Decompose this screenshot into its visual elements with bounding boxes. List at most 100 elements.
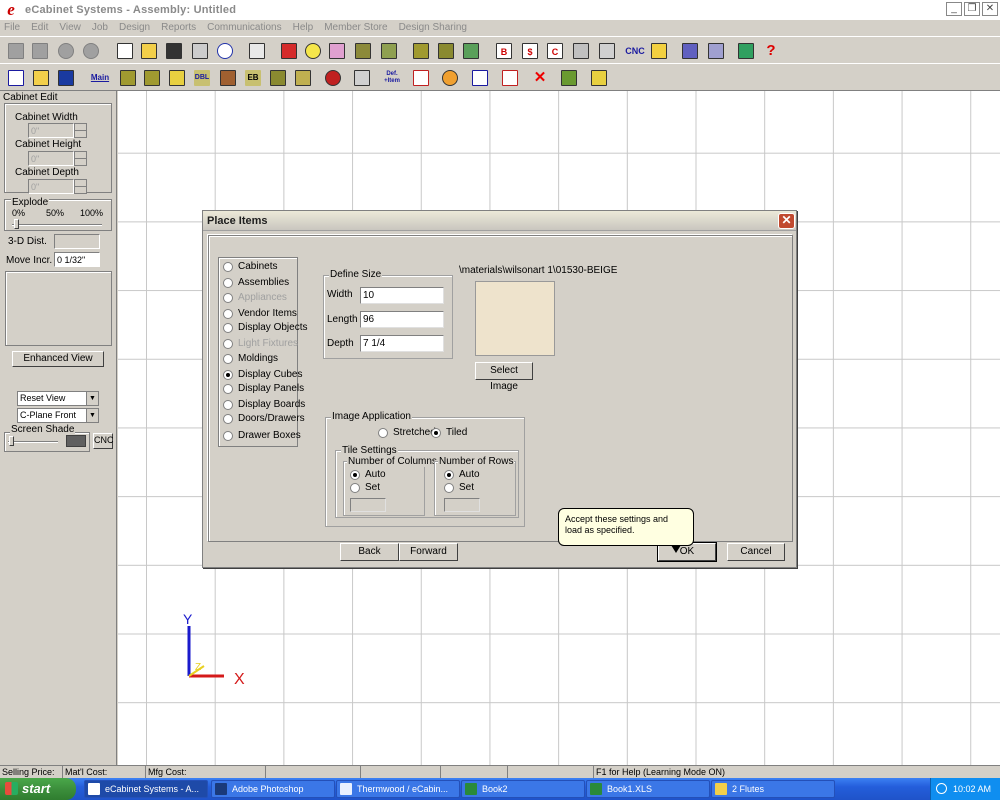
task-photoshop[interactable]: Adobe Photoshop xyxy=(211,780,335,798)
move-incr-field[interactable]: 0 1/32" xyxy=(54,252,100,267)
minimize-button[interactable]: _ xyxy=(946,2,962,16)
grid-view-icon[interactable] xyxy=(461,41,481,61)
back-button[interactable]: Back xyxy=(340,543,399,561)
task-book2[interactable]: Book2 xyxy=(461,780,585,798)
menu-communications[interactable]: Communications xyxy=(207,22,281,33)
report-b-icon[interactable]: B xyxy=(494,41,514,61)
radio-assemblies[interactable]: Assemblies xyxy=(223,277,289,288)
radio-rows-auto[interactable]: Auto xyxy=(444,469,480,480)
menu-help[interactable]: Help xyxy=(293,22,314,33)
select-image-button[interactable]: Select Image xyxy=(475,362,533,392)
radio-display-objects[interactable]: Display Objects xyxy=(223,322,307,333)
radio-display-cubes[interactable]: Display Cubes xyxy=(223,369,302,380)
material-icon[interactable] xyxy=(279,41,299,61)
restore-button[interactable]: ❐ xyxy=(964,2,980,16)
def-item-button[interactable]: Def. +Item xyxy=(379,68,403,88)
stop-icon[interactable] xyxy=(56,41,76,61)
menu-design-sharing[interactable]: Design Sharing xyxy=(399,22,467,33)
edit-folder-icon[interactable] xyxy=(31,68,51,88)
cabinet-box-icon[interactable] xyxy=(293,68,313,88)
print-icon[interactable] xyxy=(190,41,210,61)
menu-member-store[interactable]: Member Store xyxy=(324,22,387,33)
cnc-button[interactable]: CNC xyxy=(622,41,646,61)
cabinet-height-field[interactable]: 0" xyxy=(28,151,74,166)
radio-columns-set[interactable]: Set xyxy=(350,482,380,493)
forward-button[interactable]: Forward xyxy=(399,543,458,561)
back-arrow-icon[interactable] xyxy=(6,41,26,61)
dialog-title-bar[interactable]: Place Items ✕ xyxy=(203,211,796,231)
cabinet-width-field[interactable]: 0" xyxy=(28,123,74,138)
start-button[interactable]: start xyxy=(0,778,76,800)
align-icon[interactable] xyxy=(247,41,267,61)
radio-doors-drawers[interactable]: Doors/Drawers xyxy=(223,413,305,424)
shade-color-swatch[interactable] xyxy=(66,435,86,447)
handshake-icon[interactable] xyxy=(706,41,726,61)
plane-select[interactable]: C-Plane Front ▼ xyxy=(17,408,99,423)
radio-cabinets[interactable]: Cabinets xyxy=(223,261,277,272)
menu-reports[interactable]: Reports xyxy=(161,22,196,33)
task-ecabinet[interactable]: eCabinet Systems - A... xyxy=(84,780,208,798)
picture-icon[interactable] xyxy=(597,41,617,61)
explode-slider-thumb[interactable] xyxy=(14,219,19,229)
undo-icon[interactable] xyxy=(215,41,235,61)
cart-icon[interactable] xyxy=(680,41,700,61)
pointer-icon[interactable] xyxy=(411,68,431,88)
upload-icon[interactable] xyxy=(571,41,591,61)
delete-icon[interactable]: ✕ xyxy=(530,68,550,88)
cabinet-width-spinner[interactable] xyxy=(74,123,87,138)
grid-icon[interactable] xyxy=(500,68,520,88)
cabinet-base-icon[interactable] xyxy=(118,68,138,88)
measure-icon[interactable] xyxy=(589,68,609,88)
light-icon[interactable] xyxy=(303,41,323,61)
task-book1[interactable]: Book1.XLS xyxy=(586,780,710,798)
save-icon[interactable] xyxy=(164,41,184,61)
camera-icon[interactable] xyxy=(559,68,579,88)
close-design-icon[interactable] xyxy=(6,68,26,88)
cabinet-list-icon[interactable] xyxy=(436,41,456,61)
depth-input[interactable]: 7 1/4 xyxy=(360,335,444,352)
task-thermwood[interactable]: Thermwood / eCabin... xyxy=(336,780,460,798)
task-2-flutes[interactable]: 2 Flutes xyxy=(711,780,835,798)
radio-display-panels[interactable]: Display Panels xyxy=(223,383,304,394)
cabinet-depth-field[interactable]: 0" xyxy=(28,179,74,194)
refresh-icon[interactable] xyxy=(81,41,101,61)
open-folder-icon[interactable] xyxy=(139,41,159,61)
eb-button[interactable]: EB xyxy=(243,68,263,88)
help-button[interactable]: ? xyxy=(761,41,781,61)
cabinet-view-icon[interactable] xyxy=(411,41,431,61)
vendor-icon[interactable] xyxy=(323,68,343,88)
cancel-button[interactable]: Cancel xyxy=(727,543,785,561)
radio-vendor-items[interactable]: Vendor Items xyxy=(223,308,297,319)
menu-edit[interactable]: Edit xyxy=(31,22,48,33)
radio-moldings[interactable]: Moldings xyxy=(223,353,278,364)
menu-job[interactable]: Job xyxy=(92,22,108,33)
width-input[interactable]: 10 xyxy=(360,287,444,304)
panel-icon[interactable] xyxy=(379,41,399,61)
length-input[interactable]: 96 xyxy=(360,311,444,328)
main-button[interactable]: Main xyxy=(87,68,111,88)
screen-shade-slider-thumb[interactable] xyxy=(9,436,14,446)
cabinet-depth-spinner[interactable] xyxy=(74,179,87,194)
radio-columns-auto[interactable]: Auto xyxy=(350,469,386,480)
radio-drawer-boxes[interactable]: Drawer Boxes xyxy=(223,430,301,441)
cabinet-open-icon[interactable] xyxy=(268,68,288,88)
dimension-icon[interactable] xyxy=(470,68,490,88)
cabinet-height-spinner[interactable] xyxy=(74,151,87,166)
dialog-close-button[interactable]: ✕ xyxy=(778,213,795,229)
tray-arrow-icon[interactable] xyxy=(936,783,947,794)
layout-icon[interactable] xyxy=(649,41,669,61)
menu-design[interactable]: Design xyxy=(119,22,150,33)
rotate-icon[interactable] xyxy=(440,68,460,88)
save-design-icon[interactable] xyxy=(56,68,76,88)
report-c-icon[interactable]: C xyxy=(545,41,565,61)
dist-3d-field[interactable] xyxy=(54,234,100,249)
cnc-panel-button[interactable]: CNC xyxy=(93,433,114,449)
radio-rows-set[interactable]: Set xyxy=(444,482,474,493)
radio-stretched[interactable]: Stretched xyxy=(378,427,436,438)
view-select[interactable]: Reset View ▼ xyxy=(17,391,99,406)
cabinet-tall-icon[interactable] xyxy=(167,68,187,88)
report-dollar-icon[interactable]: $ xyxy=(520,41,540,61)
menu-view[interactable]: View xyxy=(59,22,81,33)
close-button[interactable]: ✕ xyxy=(982,2,998,16)
calculator-icon[interactable] xyxy=(352,68,372,88)
